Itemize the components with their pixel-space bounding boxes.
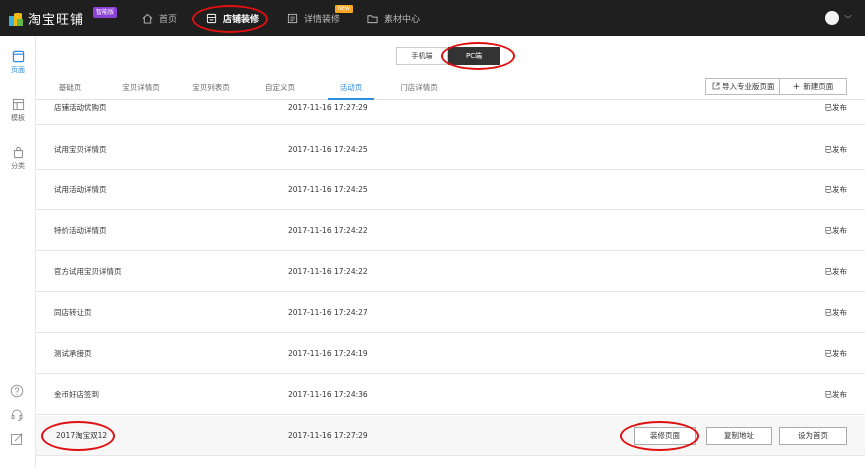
sidebar-item-categories[interactable]: 分类 <box>0 146 36 171</box>
export-icon <box>712 82 720 90</box>
page-status: 已发布 <box>824 185 848 194</box>
user-avatar[interactable] <box>825 11 839 25</box>
page-time: 2017-11-16 17:24:36 <box>288 390 368 399</box>
sidebar-item-categories-label: 分类 <box>11 162 25 170</box>
table-row[interactable]: 官方试用宝贝详情页 2017-11-16 17:24:22 已发布 <box>36 252 865 292</box>
mobile-toggle-button[interactable]: 手机端 <box>396 47 448 65</box>
edit-icon[interactable] <box>10 432 24 448</box>
page-name: 2017淘宝双12 <box>56 431 108 440</box>
page-status: 已发布 <box>824 226 848 235</box>
page-name: 店铺活动优购页 <box>54 103 107 112</box>
nav-material-center[interactable]: 素材中心 <box>367 0 420 36</box>
brand-edition-badge: 智能版 <box>93 7 117 18</box>
pc-toggle-button[interactable]: PC端 <box>448 47 500 65</box>
page-status: 已发布 <box>824 145 848 154</box>
page-status: 已发布 <box>824 267 848 276</box>
table-row[interactable]: 特价活动详情页 2017-11-16 17:24:22 已发布 <box>36 211 865 251</box>
page-time: 2017-11-16 17:27:29 <box>288 103 368 112</box>
page-name: 试用宝贝详情页 <box>54 145 107 154</box>
page-time: 2017-11-16 17:24:25 <box>288 145 368 154</box>
page-time: 2017-11-16 17:24:25 <box>288 185 368 194</box>
set-homepage-button[interactable]: 设为首页 <box>779 427 847 445</box>
help-icon[interactable] <box>10 384 24 400</box>
nav-material-center-label: 素材中心 <box>384 14 421 25</box>
page-time: 2017-11-16 17:24:27 <box>288 308 368 317</box>
decorate-page-button[interactable]: 装修页面 <box>634 427 696 445</box>
page-status: 已发布 <box>824 349 848 358</box>
page-status: 已发布 <box>824 308 848 317</box>
nav-detail-decoration-label: 详情装修 <box>304 14 341 25</box>
sidebar-item-pages[interactable]: 页面 <box>0 50 36 75</box>
table-row[interactable]: 试用宝贝详情页 2017-11-16 17:24:25 已发布 <box>36 130 865 170</box>
table-row[interactable]: 测试承接页 2017-11-16 17:24:19 已发布 <box>36 334 865 374</box>
sidebar-item-templates[interactable]: 模板 <box>0 98 36 123</box>
bag-icon <box>13 146 23 159</box>
table-row[interactable]: 店铺活动优购页 2017-11-16 17:27:29 已发布 <box>36 90 865 125</box>
nav-shop-decoration[interactable]: 店铺装修 <box>206 0 259 36</box>
left-sidebar: 页面 模板 分类 <box>0 36 36 467</box>
nav-detail-decoration[interactable]: 详情装修 <box>287 0 340 36</box>
storefront-icon <box>206 13 217 23</box>
brand-logo[interactable]: 淘宝旺铺 <box>8 9 84 28</box>
nav-home-label: 首页 <box>159 14 178 25</box>
page-name: 试用活动详情页 <box>54 185 107 194</box>
nav-home[interactable]: 首页 <box>142 0 177 36</box>
page-name: 同店转让页 <box>54 308 92 317</box>
page-name: 特价活动详情页 <box>54 226 107 235</box>
page-time: 2017-11-16 17:24:22 <box>288 267 368 276</box>
folder-icon <box>367 14 378 23</box>
document-icon <box>287 13 298 23</box>
table-row[interactable]: 同店转让页 2017-11-16 17:24:27 已发布 <box>36 293 865 333</box>
page-status: 已发布 <box>824 390 848 399</box>
copy-address-button[interactable]: 复制地址 <box>706 427 772 445</box>
table-row[interactable]: 金币好店签到 2017-11-16 17:24:36 已发布 <box>36 375 865 415</box>
top-bar: 淘宝旺铺 智能版 首页 店铺装修 详情装修 NEW 素材中心 ﹀ <box>0 0 865 36</box>
table-row-selected[interactable]: 2017淘宝双12 2017-11-16 17:27:29 装修页面 复制地址 … <box>36 416 865 456</box>
home-icon <box>142 13 153 24</box>
page-name: 测试承接页 <box>54 349 92 358</box>
page-time: 2017-11-16 17:24:19 <box>288 349 368 358</box>
nav-shop-decoration-label: 店铺装修 <box>223 14 260 25</box>
chevron-down-icon[interactable]: ﹀ <box>844 14 852 25</box>
brand-name: 淘宝旺铺 <box>28 13 85 28</box>
page-time: 2017-11-16 17:24:22 <box>288 226 368 235</box>
page-name: 金币好店签到 <box>54 390 99 399</box>
page-icon <box>12 50 24 63</box>
sidebar-item-pages-label: 页面 <box>11 66 25 74</box>
page-time: 2017-11-16 17:27:29 <box>288 431 368 440</box>
page-status: 已发布 <box>824 103 848 112</box>
sidebar-item-templates-label: 模板 <box>11 114 25 122</box>
device-toggle: 手机端 PC端 <box>396 47 500 65</box>
headset-icon[interactable] <box>10 408 24 424</box>
table-row[interactable]: 试用活动详情页 2017-11-16 17:24:25 已发布 <box>36 170 865 210</box>
taobao-shop-icon <box>8 11 24 27</box>
new-badge: NEW <box>335 5 353 13</box>
page-name: 官方试用宝贝详情页 <box>54 267 122 276</box>
template-icon <box>12 98 24 111</box>
